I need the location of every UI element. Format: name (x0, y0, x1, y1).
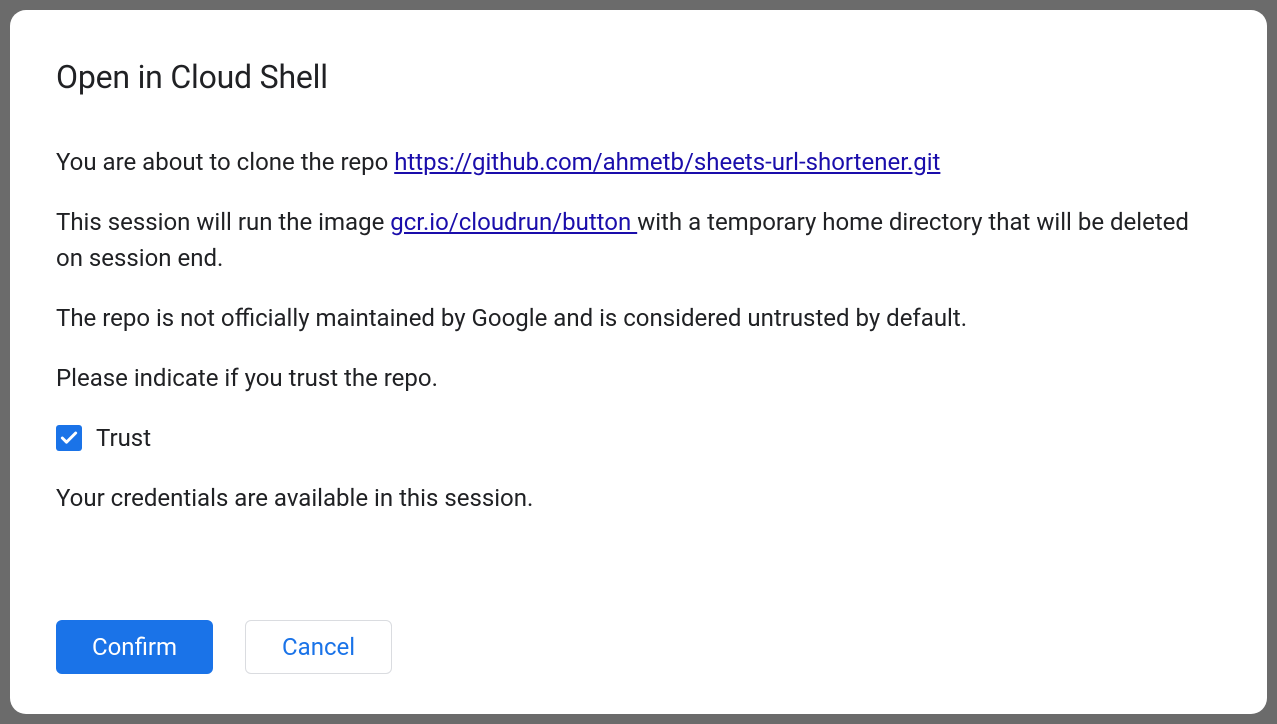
dialog-body: You are about to clone the repo https://… (56, 144, 1221, 620)
trust-checkbox-row: Trust (56, 420, 1221, 456)
session-image-text: This session will run the image gcr.io/c… (56, 204, 1221, 276)
trust-checkbox[interactable] (56, 425, 82, 451)
clone-repo-text: You are about to clone the repo https://… (56, 144, 1221, 180)
repo-url-link[interactable]: https://github.com/ahmetb/sheets-url-sho… (394, 148, 940, 176)
cancel-button[interactable]: Cancel (245, 620, 392, 674)
trust-checkbox-label: Trust (96, 420, 151, 456)
cloud-shell-dialog: Open in Cloud Shell You are about to clo… (10, 10, 1267, 714)
credentials-text: Your credentials are available in this s… (56, 480, 1221, 516)
trust-prompt-text: Please indicate if you trust the repo. (56, 360, 1221, 396)
dialog-actions: Confirm Cancel (56, 620, 1221, 674)
image-link[interactable]: gcr.io/cloudrun/button (390, 208, 637, 236)
session-image-prefix: This session will run the image (56, 208, 390, 236)
confirm-button[interactable]: Confirm (56, 620, 213, 674)
untrusted-warning-text: The repo is not officially maintained by… (56, 300, 1221, 336)
checkmark-icon (59, 428, 79, 448)
dialog-title: Open in Cloud Shell (56, 58, 1221, 96)
clone-repo-prefix: You are about to clone the repo (56, 148, 394, 176)
